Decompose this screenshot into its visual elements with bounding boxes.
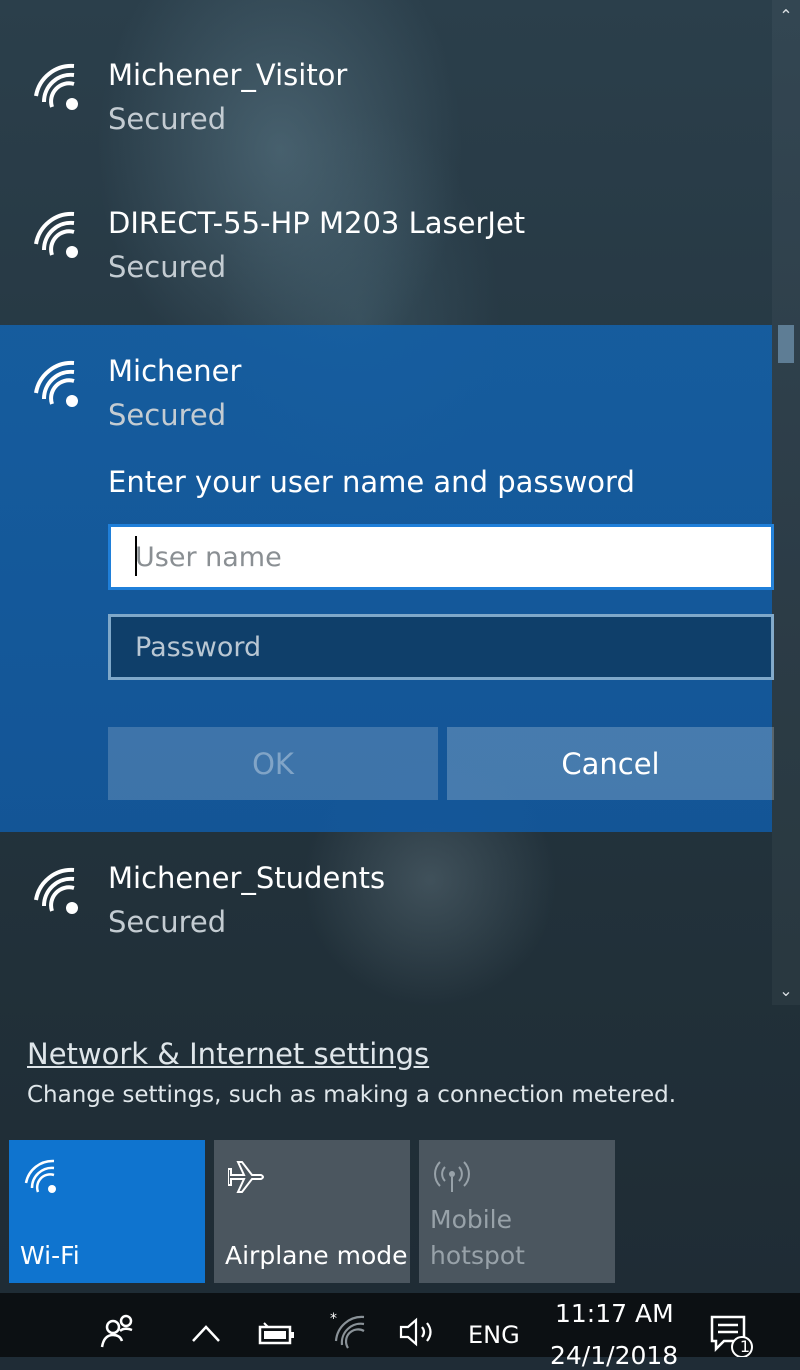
tile-label: Wi-Fi	[20, 1241, 80, 1270]
airplane-mode-tile[interactable]: Airplane mode	[214, 1140, 410, 1283]
wifi-toggle-tile[interactable]: Wi-Fi	[9, 1140, 205, 1283]
language-indicator[interactable]: ENG	[468, 1321, 520, 1349]
network-name: DIRECT-55-HP M203 LaserJet	[108, 206, 526, 240]
people-icon[interactable]	[100, 1313, 136, 1349]
svg-text:*: *	[330, 1311, 337, 1327]
hotspot-icon	[434, 1161, 470, 1192]
network-settings-description: Change settings, such as making a connec…	[27, 1082, 677, 1108]
tile-label: Airplane mode	[225, 1241, 408, 1270]
tile-label-line1: Mobile	[430, 1205, 513, 1234]
network-list-scrollbar[interactable]: ⌃ ⌄	[772, 0, 800, 1005]
cancel-button[interactable]: Cancel	[447, 727, 774, 800]
ok-button[interactable]: OK	[108, 727, 438, 800]
network-flyout: Michener_Visitor Secured DIRECT-55-HP M2…	[0, 0, 800, 1293]
network-item-michener-students[interactable]: Michener_Students Secured	[0, 832, 772, 982]
scroll-up-icon[interactable]: ⌃	[772, 0, 800, 30]
network-status: Secured	[108, 398, 227, 432]
password-input[interactable]	[108, 614, 774, 680]
wifi-secured-icon	[34, 211, 78, 258]
text-caret	[135, 536, 137, 576]
wifi-secured-icon	[34, 63, 78, 110]
tile-label-line2: hotspot	[430, 1241, 525, 1270]
username-input[interactable]	[108, 524, 774, 590]
network-name: Michener_Students	[108, 861, 386, 895]
network-item-direct-hp[interactable]: DIRECT-55-HP M203 LaserJet Secured	[0, 160, 772, 325]
volume-icon[interactable]	[398, 1317, 438, 1347]
wifi-secured-icon	[34, 360, 78, 407]
clock-time[interactable]: 11:17 AM	[555, 1299, 674, 1328]
clock-date[interactable]: 24/1/2018	[550, 1341, 678, 1370]
chevron-up-icon[interactable]	[190, 1321, 222, 1345]
network-name: Michener_Visitor	[108, 58, 348, 92]
taskbar: * ENG 11:17 AM 24/1/2018 1	[0, 1293, 800, 1370]
mobile-hotspot-tile[interactable]: Mobile hotspot	[419, 1140, 615, 1283]
credentials-prompt: Enter your user name and password	[108, 465, 635, 499]
wifi-icon	[24, 1159, 56, 1193]
scrollbar-thumb[interactable]	[778, 325, 794, 363]
airplane-icon	[228, 1161, 264, 1193]
wifi-secured-icon	[34, 867, 78, 914]
network-status: Secured	[108, 905, 227, 939]
network-settings-link[interactable]: Network & Internet settings	[27, 1037, 429, 1071]
network-status: Secured	[108, 102, 227, 136]
network-status: Secured	[108, 250, 227, 284]
battery-icon[interactable]	[258, 1321, 296, 1347]
network-name: Michener	[108, 354, 242, 388]
notification-count-badge: 1	[739, 1337, 751, 1356]
network-item-michener-visitor[interactable]: Michener_Visitor Secured	[0, 0, 772, 160]
network-item-michener-expanded[interactable]: Michener Secured Enter your user name an…	[0, 325, 774, 832]
wifi-connecting-icon[interactable]: *	[330, 1311, 368, 1349]
scroll-down-icon[interactable]: ⌄	[772, 975, 800, 1005]
